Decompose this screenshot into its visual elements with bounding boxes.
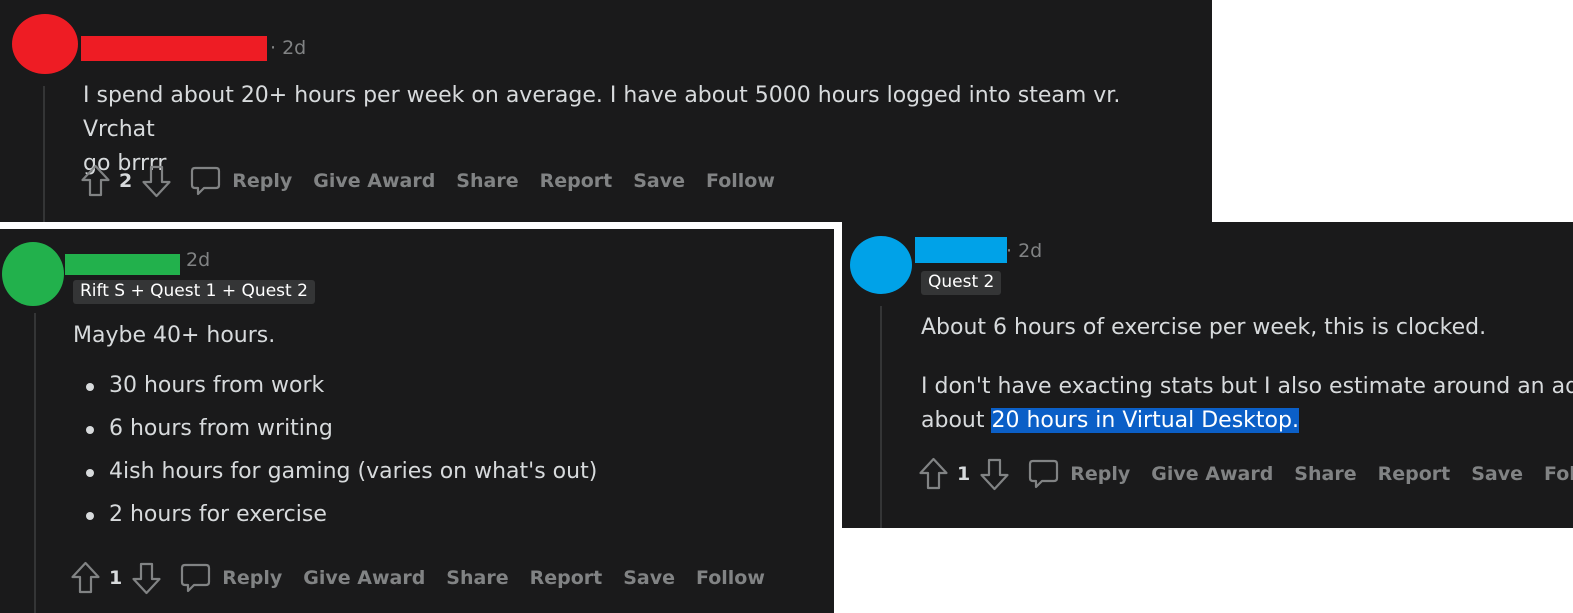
- comment-text-line: I don't have exacting stats but I also e…: [921, 374, 1573, 399]
- bullet-dot: [86, 383, 94, 391]
- give-award-button[interactable]: Give Award: [303, 567, 425, 589]
- bullet-dot: [86, 512, 94, 520]
- thread-line[interactable]: [43, 86, 45, 222]
- avatar[interactable]: [850, 236, 912, 294]
- bullet-dot: [86, 469, 94, 477]
- reply-button[interactable]: Reply: [222, 567, 282, 589]
- comment-body: About 6 hours of exercise per week, this…: [921, 311, 1573, 438]
- save-button[interactable]: Save: [1471, 463, 1523, 485]
- downvote-arrow-icon[interactable]: [131, 561, 162, 595]
- frame-divider: [0, 222, 838, 229]
- redacted-username: [81, 36, 267, 61]
- list-item-text: 2 hours for exercise: [109, 502, 327, 527]
- comment-actions: 2 Reply Give Award Share Report Save Fol…: [80, 161, 796, 201]
- vote-count: 2: [119, 170, 133, 192]
- user-flair: Quest 2: [921, 271, 1002, 295]
- comment-panel-1: · 2d I spend about 20+ hours per week on…: [0, 0, 1212, 222]
- comment-timestamp: · 2d: [270, 37, 307, 59]
- follow-button[interactable]: Follow: [696, 567, 765, 589]
- comment-bubble-icon[interactable]: [190, 165, 221, 197]
- comment-bubble-icon[interactable]: [180, 562, 211, 594]
- text-segment: about: [921, 408, 992, 433]
- comment-actions: 1 Reply Give Award Share Report Save Fol…: [918, 454, 1573, 494]
- list-item: 6 hours from writing: [73, 412, 813, 455]
- selected-text-highlight[interactable]: 20 hours in Virtual Desktop.: [991, 408, 1299, 433]
- follow-button[interactable]: Follow: [1544, 463, 1573, 485]
- vote-count: 1: [957, 463, 971, 485]
- downvote-arrow-icon[interactable]: [979, 457, 1010, 491]
- reply-button[interactable]: Reply: [232, 170, 292, 192]
- vote-count: 1: [109, 567, 123, 589]
- downvote-arrow-icon[interactable]: [141, 164, 172, 198]
- comment-actions: 1 Reply Give Award Share Report Save Fol…: [70, 558, 786, 598]
- comment-text-line: About 6 hours of exercise per week, this…: [921, 315, 1487, 340]
- report-button[interactable]: Report: [530, 567, 603, 589]
- redacted-username: [915, 237, 1007, 263]
- share-button[interactable]: Share: [1294, 463, 1356, 485]
- user-flair: Rift S + Quest 1 + Quest 2: [73, 280, 315, 304]
- thread-line[interactable]: [34, 313, 36, 613]
- upvote-arrow-icon[interactable]: [918, 457, 949, 491]
- bullet-list: 30 hours from work 6 hours from writing …: [73, 369, 813, 541]
- list-item: 4ish hours for gaming (varies on what's …: [73, 455, 813, 498]
- list-item: 2 hours for exercise: [73, 498, 813, 541]
- comment-panel-2: 2d Rift S + Quest 1 + Quest 2 Maybe 40+ …: [0, 229, 834, 613]
- avatar[interactable]: [2, 242, 64, 306]
- comment-timestamp: 2d: [186, 249, 211, 271]
- give-award-button[interactable]: Give Award: [1151, 463, 1273, 485]
- comment-body: Maybe 40+ hours. 30 hours from work 6 ho…: [73, 319, 813, 541]
- upvote-arrow-icon[interactable]: [70, 561, 101, 595]
- thread-line[interactable]: [880, 306, 882, 528]
- list-item: 30 hours from work: [73, 369, 813, 412]
- give-award-button[interactable]: Give Award: [313, 170, 435, 192]
- frame-divider: [834, 222, 842, 613]
- save-button[interactable]: Save: [633, 170, 685, 192]
- report-button[interactable]: Report: [1378, 463, 1451, 485]
- share-button[interactable]: Share: [456, 170, 518, 192]
- bullet-dot: [86, 426, 94, 434]
- list-item-text: 6 hours from writing: [109, 416, 333, 441]
- comment-text-line: about 20 hours in Virtual Desktop.: [921, 404, 1573, 438]
- list-item-text: 4ish hours for gaming (varies on what's …: [109, 459, 598, 484]
- list-item-text: 30 hours from work: [109, 373, 325, 398]
- avatar[interactable]: [12, 14, 78, 74]
- upvote-arrow-icon[interactable]: [80, 164, 111, 198]
- reply-button[interactable]: Reply: [1070, 463, 1130, 485]
- redacted-username: [65, 254, 180, 275]
- comment-text-line: Maybe 40+ hours.: [73, 323, 276, 348]
- comment-text-line: I spend about 20+ hours per week on aver…: [83, 83, 1121, 142]
- share-button[interactable]: Share: [446, 567, 508, 589]
- frame-divider: [842, 528, 1573, 613]
- report-button[interactable]: Report: [540, 170, 613, 192]
- follow-button[interactable]: Follow: [706, 170, 775, 192]
- save-button[interactable]: Save: [623, 567, 675, 589]
- comment-bubble-icon[interactable]: [1028, 458, 1059, 490]
- comment-panel-3: · 2d Quest 2 About 6 hours of exercise p…: [842, 222, 1573, 528]
- comment-timestamp: · 2d: [1006, 240, 1043, 262]
